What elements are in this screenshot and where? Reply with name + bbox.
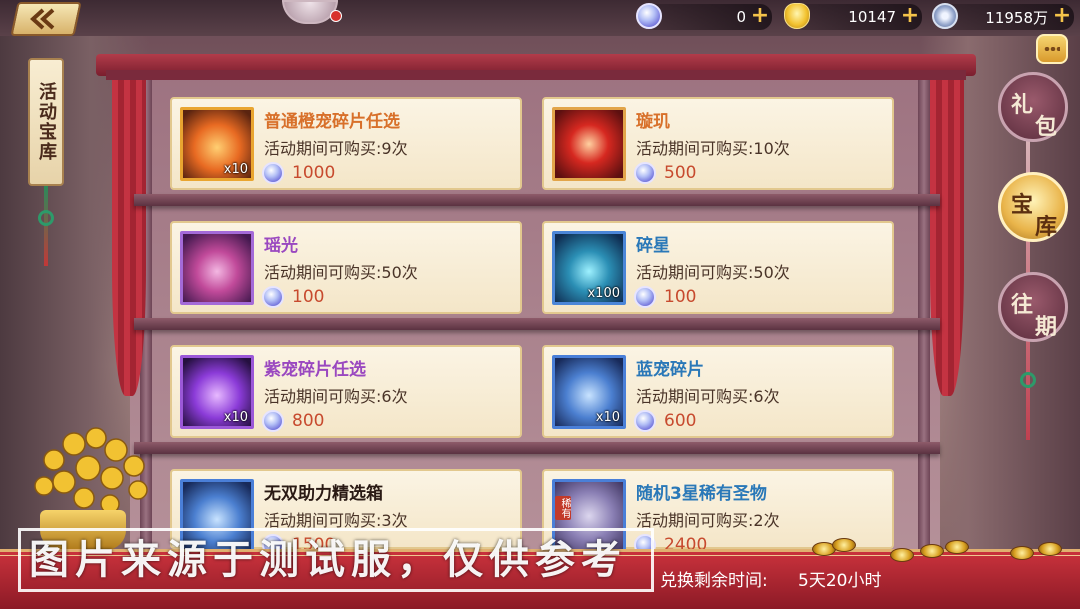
gold-ingot-icon	[784, 3, 810, 29]
activity-treasury-label: 活动宝库	[36, 82, 57, 162]
item-quantity: x10	[223, 410, 248, 425]
diamond-gem-icon	[634, 410, 656, 432]
item-purchase-limit: 活动期间可购买:2次	[636, 511, 780, 530]
purple-pet-shard-icon: x10	[180, 355, 254, 429]
item-purchase-limit: 活动期间可购买:6次	[636, 387, 780, 406]
currency-coin-value: 11958万	[985, 8, 1048, 27]
item-price-value: 1000	[292, 163, 336, 183]
item-quantity: x10	[595, 410, 620, 425]
item-price: 600	[634, 409, 696, 433]
item-name: 碎星	[636, 236, 670, 256]
diamond-gem-icon	[262, 410, 284, 432]
exchange-time-value: 5天20小时	[798, 571, 882, 591]
cabinet-post	[918, 76, 930, 596]
item-price-value: 600	[664, 411, 697, 431]
item-name: 瑶光	[264, 236, 298, 256]
chat-bubble-icon[interactable]	[1036, 34, 1068, 64]
shelf-board	[134, 194, 940, 206]
pink-crystal-icon	[180, 231, 254, 305]
notification-dot	[330, 10, 342, 22]
item-purchase-limit: 活动期间可购买:10次	[636, 139, 790, 158]
tab-past-events-label-a: 往	[1011, 293, 1034, 318]
item-price: 1000	[262, 161, 335, 185]
rare-badge: 稀有	[555, 496, 571, 520]
currency-diamond: 0 +	[636, 3, 772, 30]
item-name: 璇玑	[636, 112, 670, 132]
back-button[interactable]	[10, 2, 82, 36]
right-curtain	[930, 76, 964, 396]
item-price: 100	[262, 285, 324, 309]
blue-pet-shard-icon: x10	[552, 355, 626, 429]
watermark: 图片来源于测试服，仅供参考	[18, 528, 654, 592]
currency-gold-value: 10147	[848, 8, 896, 26]
item-name: 普通橙宠碎片任选	[264, 112, 400, 132]
tab-past-events-label-b: 期	[1035, 315, 1058, 340]
shop-item-card[interactable]: x10 紫宠碎片任选 活动期间可购买:6次 800	[170, 345, 522, 438]
item-price-value: 100	[292, 287, 325, 307]
item-price: 500	[634, 161, 696, 185]
currency-coin: 11958万 +	[932, 3, 1074, 30]
item-purchase-limit: 活动期间可购买:50次	[636, 263, 790, 282]
shop-item-card[interactable]: x10 蓝宠碎片 活动期间可购买:6次 600	[542, 345, 894, 438]
item-price: 800	[262, 409, 324, 433]
jade-knot-icon	[38, 210, 54, 226]
shop-item-card[interactable]: x10 普通橙宠碎片任选 活动期间可购买:9次 1000	[170, 97, 522, 190]
shop-item-card[interactable]: x100 碎星 活动期间可购买:50次 100	[542, 221, 894, 314]
jade-knot-icon	[1020, 372, 1036, 388]
red-orb-icon	[552, 107, 626, 181]
tab-treasury-label-b: 库	[1035, 215, 1058, 240]
item-purchase-limit: 活动期间可购买:6次	[264, 387, 408, 406]
tab-gift-pack-label-a: 礼	[1011, 93, 1034, 118]
currency-gold: 10147 +	[784, 3, 922, 30]
item-name: 紫宠碎片任选	[264, 360, 366, 380]
shelf-board	[134, 442, 940, 454]
item-name: 无双助力精选箱	[264, 484, 383, 504]
cabinet-beam	[106, 70, 966, 80]
item-purchase-limit: 活动期间可购买:50次	[264, 263, 418, 282]
tab-past-events[interactable]: 往 期	[998, 272, 1068, 342]
tab-treasury-label-a: 宝	[1011, 193, 1034, 218]
tag-cord	[44, 186, 48, 266]
tab-gift-pack[interactable]: 礼 包	[998, 72, 1068, 142]
gold-coins-decoration	[800, 538, 1070, 562]
currency-diamond-value: 0	[736, 8, 746, 26]
item-price-value: 500	[664, 163, 697, 183]
activity-treasury-tag: 活动宝库	[28, 58, 64, 186]
exchange-time-label: 兑换剩余时间:	[660, 571, 768, 591]
copper-coin-icon	[932, 3, 958, 29]
orange-pet-shard-icon: x10	[180, 107, 254, 181]
left-curtain	[112, 76, 146, 396]
shelf-board	[134, 318, 940, 330]
tab-gift-pack-label-b: 包	[1035, 115, 1058, 140]
diamond-gem-icon	[636, 3, 662, 29]
tab-treasury[interactable]: 宝 库	[998, 172, 1068, 242]
diamond-gem-icon	[262, 286, 284, 308]
item-purchase-limit: 活动期间可购买:9次	[264, 139, 408, 158]
item-quantity: x100	[587, 286, 620, 301]
diamond-gem-icon	[262, 162, 284, 184]
add-diamond-button[interactable]: +	[750, 5, 770, 27]
item-name: 蓝宠碎片	[636, 360, 704, 380]
diamond-gem-icon	[634, 286, 656, 308]
shop-item-card[interactable]: 瑶光 活动期间可购买:50次 100	[170, 221, 522, 314]
item-name: 随机3星稀有圣物	[636, 484, 767, 504]
blue-crystal-icon: x100	[552, 231, 626, 305]
item-quantity: x10	[223, 162, 248, 177]
add-coin-button[interactable]: +	[1052, 5, 1072, 27]
shop-item-card[interactable]: 璇玑 活动期间可购买:10次 500	[542, 97, 894, 190]
diamond-gem-icon	[634, 162, 656, 184]
back-arrow-icon	[30, 8, 55, 30]
item-price-value: 100	[664, 287, 697, 307]
item-price-value: 800	[292, 411, 325, 431]
add-gold-button[interactable]: +	[900, 5, 920, 27]
item-price: 100	[634, 285, 696, 309]
